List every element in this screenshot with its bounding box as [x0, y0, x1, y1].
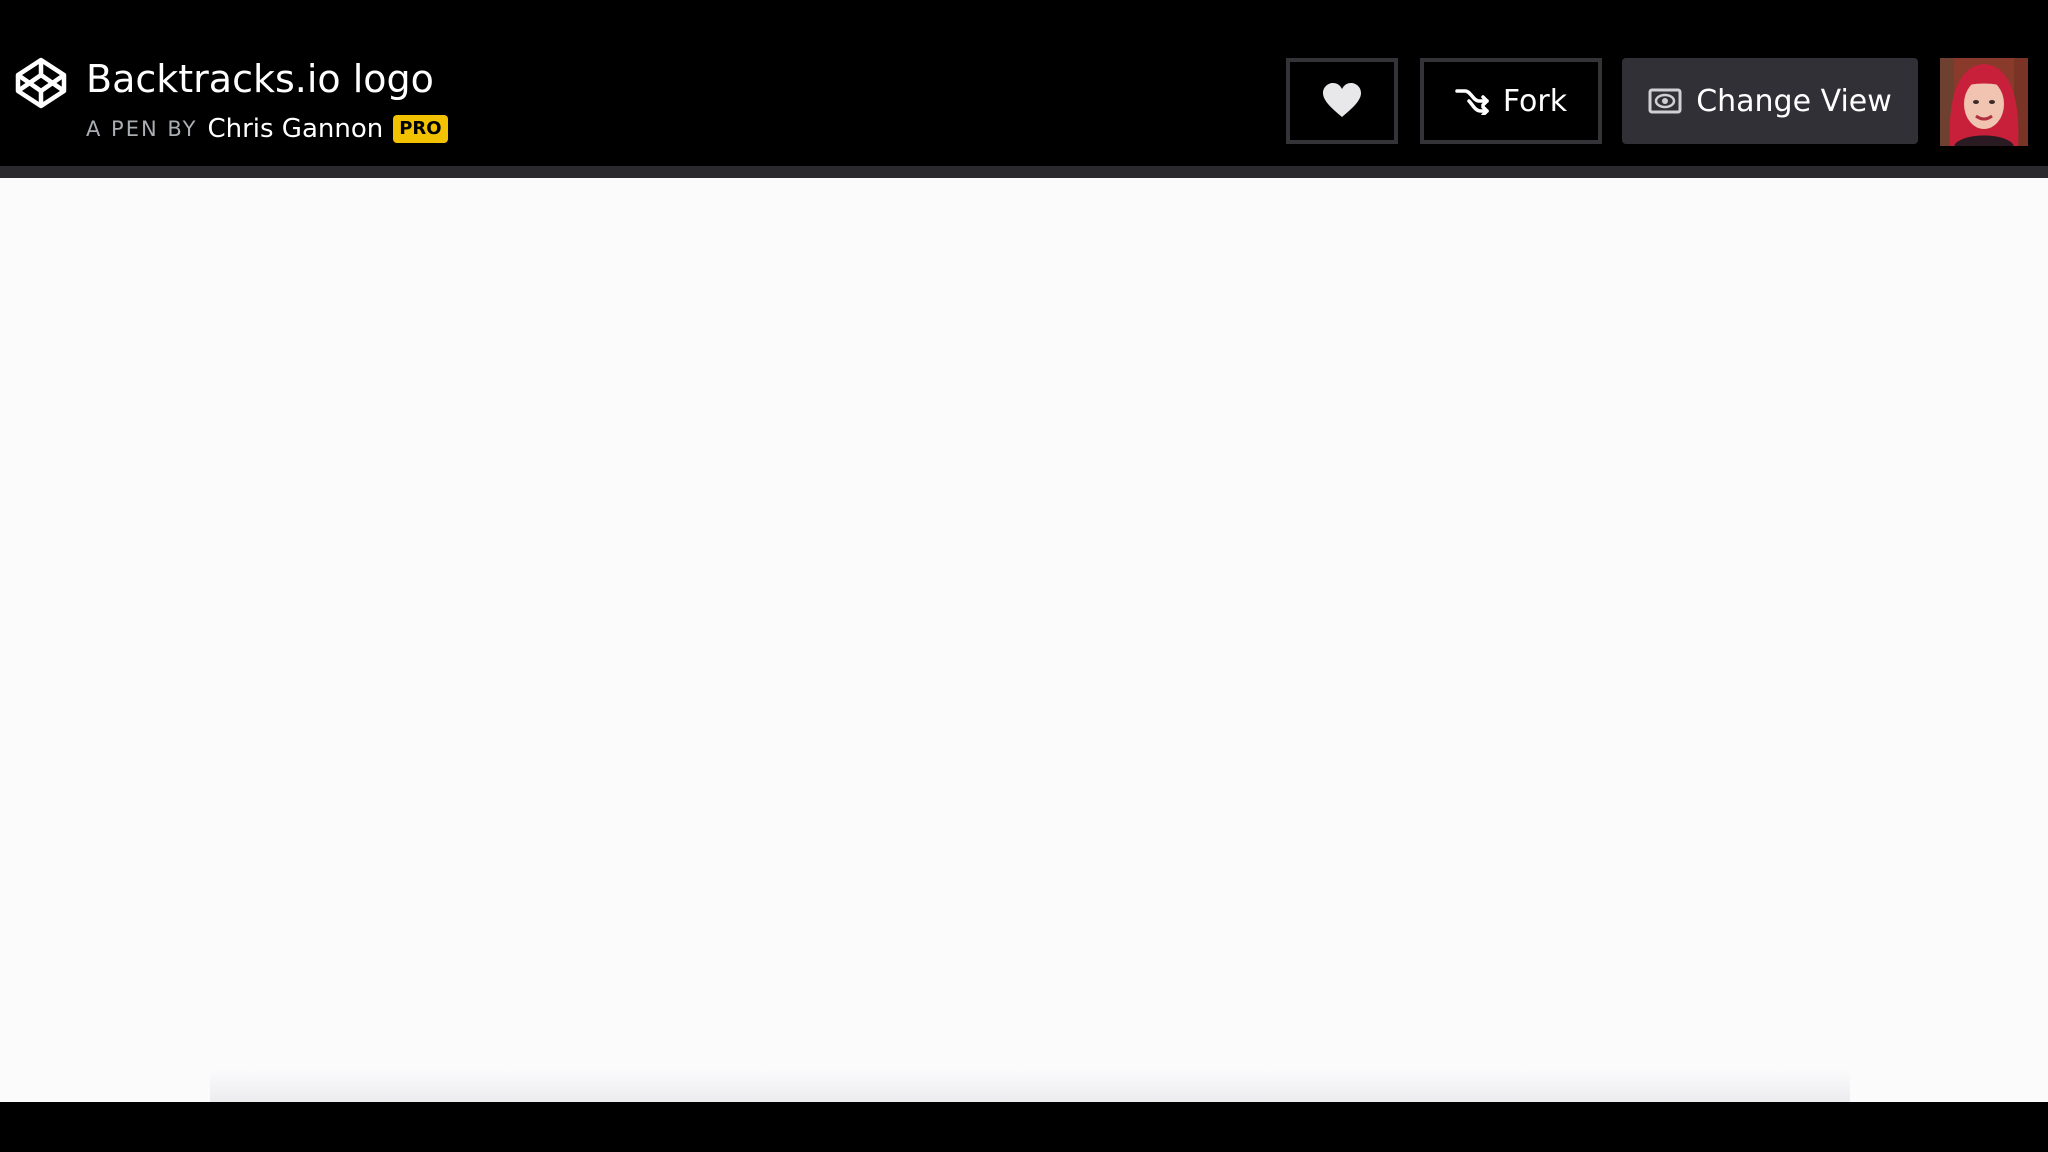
fork-button[interactable]: Fork [1420, 58, 1602, 144]
user-avatar[interactable] [1940, 58, 2028, 146]
author-link[interactable]: Chris Gannon [207, 114, 383, 144]
like-button[interactable] [1286, 58, 1398, 144]
pro-badge[interactable]: PRO [393, 115, 448, 143]
top-bar: Backtracks.io logo A PEN BY Chris Gannon… [0, 0, 2048, 166]
eye-icon [1648, 88, 1682, 114]
byline-prefix: A PEN BY [86, 117, 198, 141]
pen-preview-area[interactable] [0, 178, 2048, 1102]
preview-bottom-shadow [210, 1070, 1850, 1102]
byline: A PEN BY Chris Gannon PRO [86, 112, 448, 146]
change-view-button[interactable]: Change View [1622, 58, 1918, 144]
pen-title: Backtracks.io logo [86, 57, 434, 101]
codepen-logo-icon[interactable] [14, 56, 68, 110]
bottom-bar [0, 1102, 2048, 1152]
heart-icon [1323, 83, 1361, 117]
fork-label: Fork [1502, 83, 1568, 119]
change-view-label: Change View [1696, 83, 1892, 119]
fork-icon [1455, 87, 1489, 115]
header-divider [0, 166, 2048, 178]
